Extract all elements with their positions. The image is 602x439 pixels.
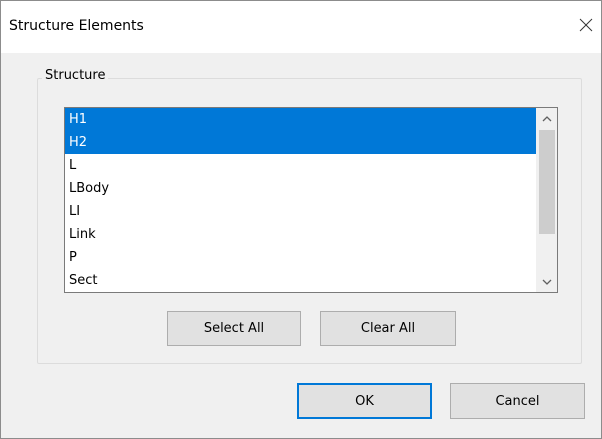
structure-group-label: Structure [42,68,109,84]
scroll-up-button[interactable] [537,110,557,127]
close-button[interactable] [573,11,599,39]
list-items: H1 H2 L LBody LI Link P Sect [65,108,536,292]
select-all-button[interactable]: Select All [167,311,301,346]
ok-button[interactable]: OK [297,383,432,419]
close-icon [579,18,593,32]
list-item[interactable]: L [65,154,536,177]
title-bar: Structure Elements [1,1,601,53]
structure-elements-dialog: Structure Elements Structure H1 H2 L LBo… [0,0,602,439]
scrollbar-thumb[interactable] [539,130,555,234]
list-item[interactable]: Sect [65,269,536,292]
list-item[interactable]: H2 [65,131,536,154]
list-item[interactable]: LI [65,200,536,223]
list-item[interactable]: Link [65,223,536,246]
chevron-up-icon [542,115,552,121]
scroll-down-button[interactable] [537,273,557,290]
list-item[interactable]: P [65,246,536,269]
vertical-scrollbar[interactable] [536,108,557,292]
dialog-title: Structure Elements [9,18,144,34]
list-item[interactable]: LBody [65,177,536,200]
clear-all-button[interactable]: Clear All [320,311,456,346]
chevron-down-icon [542,279,552,285]
structure-listbox[interactable]: H1 H2 L LBody LI Link P Sect [64,107,558,293]
list-item[interactable]: H1 [65,108,536,131]
cancel-button[interactable]: Cancel [450,383,585,419]
